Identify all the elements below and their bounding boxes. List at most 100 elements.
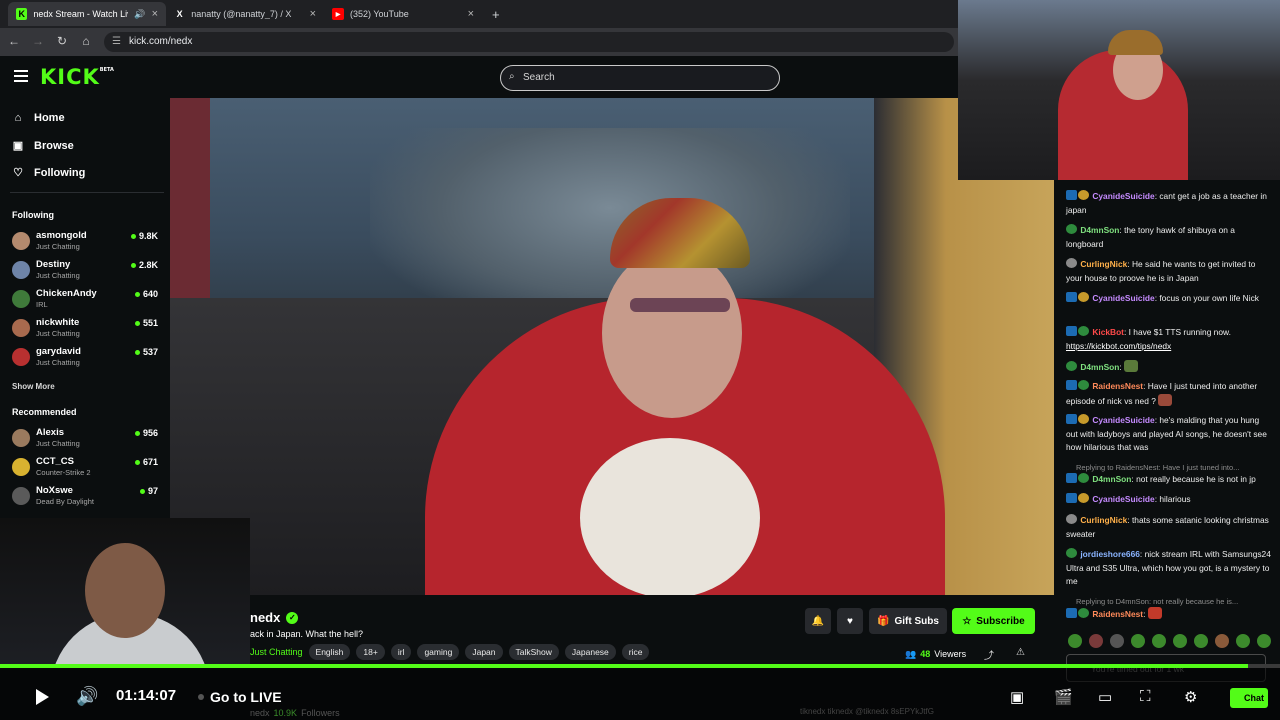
sidebar-item-home[interactable]: ⌂ Home (12, 112, 65, 124)
fullscreen-icon[interactable]: ⛶ (1140, 688, 1151, 705)
sidebar-channel[interactable]: nickwhite Just Chatting 551 (12, 317, 162, 345)
report-icon[interactable]: ⚠ (1016, 647, 1025, 658)
gift-subs-button[interactable]: 🎁 Gift Subs (869, 608, 947, 634)
clip-icon[interactable]: 🎬 (1054, 688, 1073, 706)
close-tab-icon[interactable]: × (310, 8, 316, 20)
search-input[interactable]: ⌕ Search (500, 65, 780, 91)
site-header: KICKBETA ⌕ Search (0, 56, 960, 98)
sidebar-item-following[interactable]: ♡ Following (12, 166, 85, 180)
stream-info: nedx ✓ ack in Japan. What the hell? Just… (250, 595, 1054, 665)
chat-username[interactable]: D4mnSon (1080, 225, 1119, 235)
category-link[interactable]: Just Chatting (250, 647, 303, 657)
tag[interactable]: irl (390, 644, 412, 660)
chat-username[interactable]: CyanideSuicide (1092, 494, 1154, 504)
webcam-overlay-primary (0, 518, 250, 668)
menu-icon[interactable] (14, 70, 28, 85)
sidebar-item-browse[interactable]: ▣ Browse (12, 139, 74, 153)
followers-count: 10.9K (273, 708, 298, 718)
home-icon[interactable]: ⌂ (78, 34, 94, 48)
new-tab-button[interactable]: + (484, 2, 504, 26)
tag[interactable]: Japanese (564, 644, 616, 660)
follow-button[interactable]: ♥ (837, 608, 863, 634)
chat-username[interactable]: CyanideSuicide (1092, 191, 1154, 201)
emote-icon[interactable] (1110, 634, 1124, 648)
close-tab-icon[interactable]: × (468, 8, 474, 20)
kick-favicon-icon: K (16, 8, 28, 20)
tag-list: Just Chatting English 18+ irl gaming Jap… (250, 644, 650, 660)
sidebar-channel[interactable]: ChickenAndy IRL 640 (12, 288, 162, 316)
social-links[interactable]: tiknedx tiknedx @tiknedx 8sEPYkJtfG (800, 707, 934, 716)
live-dot-icon (130, 262, 136, 268)
chat-username[interactable]: CurlingNick (1080, 515, 1127, 525)
reload-icon[interactable]: ↻ (54, 34, 70, 48)
sidebar-channel[interactable]: garydavid Just Chatting 537 (12, 346, 162, 374)
show-more-button[interactable]: Show More (12, 382, 55, 391)
go-to-live-button[interactable]: Go to LIVE (198, 689, 282, 705)
chat-username[interactable]: KickBot (1092, 327, 1124, 337)
sidebar-channel[interactable]: CCT_CS Counter-Strike 2 671 (12, 456, 162, 484)
tab-youtube[interactable]: ▶ (352) YouTube × (324, 2, 482, 26)
channel-name: NoXswe (36, 485, 73, 496)
emote-icon[interactable] (1194, 634, 1208, 648)
reply-context[interactable]: Replying to D4mnSon: not really because … (1076, 597, 1276, 606)
share-icon[interactable]: ⤴ (984, 647, 994, 662)
emote-icon[interactable] (1257, 634, 1271, 648)
reply-context[interactable]: Replying to RaidensNest: Have I just tun… (1076, 463, 1276, 472)
channel-name: garydavid (36, 346, 81, 357)
chat-username[interactable]: D4mnSon (1092, 474, 1131, 484)
chat-username[interactable]: RaidensNest (1092, 381, 1143, 391)
channel-name: nickwhite (36, 317, 80, 328)
avatar (12, 319, 30, 337)
site-info-icon[interactable]: ☰ (112, 36, 121, 47)
video-player[interactable] (170, 98, 1054, 595)
volume-icon[interactable]: 🔊 (76, 686, 98, 707)
back-icon[interactable]: ← (6, 34, 22, 48)
chat-username[interactable]: CyanideSuicide (1092, 415, 1154, 425)
tag[interactable]: rice (621, 644, 650, 660)
tab-x[interactable]: X nanatty (@nanatty_7) / X × (166, 2, 324, 26)
settings-icon[interactable]: ⚙ (1184, 688, 1197, 706)
chat-username[interactable]: CyanideSuicide (1092, 293, 1154, 303)
live-dot-icon (134, 291, 140, 297)
tag[interactable]: English (308, 644, 351, 660)
live-dot-icon (130, 233, 136, 239)
emote-icon[interactable] (1215, 634, 1229, 648)
notification-bell-button[interactable]: 🔔 (805, 608, 831, 634)
emote-icon[interactable] (1173, 634, 1187, 648)
close-tab-icon[interactable]: × (152, 8, 158, 20)
tag[interactable]: gaming (417, 644, 460, 660)
emote-icon[interactable] (1236, 634, 1250, 648)
sidebar-channel[interactable]: Alexis Just Chatting 956 (12, 427, 162, 455)
url-field[interactable]: ☰ kick.com/nedx (104, 32, 954, 52)
emote-icon[interactable] (1068, 634, 1082, 648)
tag[interactable]: Japan (465, 644, 503, 660)
sidebar-channel[interactable]: asmongold Just Chatting 9.8K (12, 230, 162, 258)
chat-message: CyanideSuicide: cant get a job as a teac… (1066, 190, 1271, 217)
subscribe-button[interactable]: ☆ Subscribe (952, 608, 1035, 634)
streamer-name[interactable]: nedx ✓ (250, 610, 299, 625)
chat-username[interactable]: RaidensNest (1092, 609, 1143, 619)
kick-logo[interactable]: KICKBETA (40, 65, 114, 89)
channel-category: Just Chatting (36, 439, 80, 448)
chat-username[interactable]: jordieshore666 (1080, 549, 1140, 559)
theater-mode-icon[interactable]: ▭ (1098, 688, 1112, 706)
chat-username[interactable]: CurlingNick (1080, 259, 1127, 269)
emote-icon[interactable] (1131, 634, 1145, 648)
logo-text: KICK (40, 65, 100, 89)
sidebar-channel[interactable]: NoXswe Dead By Daylight 97 (12, 485, 162, 513)
chat-username[interactable]: D4mnSon (1080, 362, 1119, 372)
chat-link[interactable]: https://kickbot.com/tips/nedx (1066, 341, 1171, 351)
tab-kick[interactable]: K nedx Stream - Watch Live o 🔊 × (8, 2, 166, 26)
channel-category: Just Chatting (36, 271, 80, 280)
play-icon[interactable] (36, 689, 49, 705)
sidebar-channel[interactable]: Destiny Just Chatting 2.8K (12, 259, 162, 287)
tag[interactable]: 18+ (356, 644, 385, 660)
chat-toggle-button[interactable]: Chat (1230, 688, 1268, 708)
emote-icon[interactable] (1089, 634, 1103, 648)
tag[interactable]: TalkShow (508, 644, 559, 660)
emote-icon[interactable] (1152, 634, 1166, 648)
forward-icon[interactable]: → (30, 34, 46, 48)
avatar (12, 487, 30, 505)
badge-icon (1066, 292, 1077, 302)
mini-player-icon[interactable]: ▣ (1010, 688, 1024, 706)
